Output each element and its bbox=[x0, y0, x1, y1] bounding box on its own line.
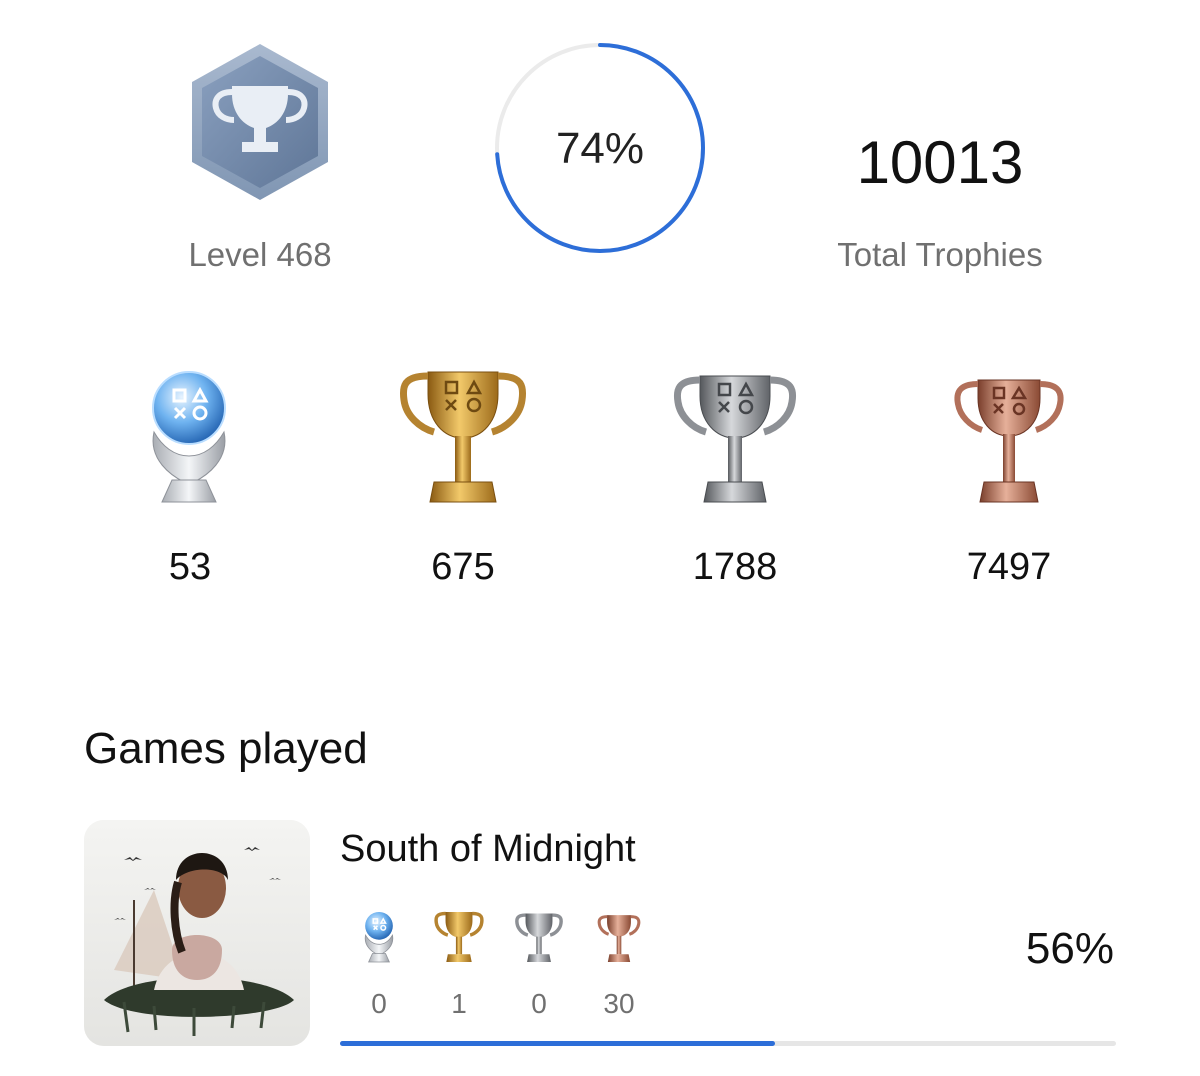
gold-trophy-icon bbox=[434, 905, 484, 969]
silver-trophy-icon bbox=[670, 362, 800, 512]
silver-count: 1788 bbox=[692, 546, 778, 588]
bronze-trophy-icon bbox=[944, 362, 1074, 512]
game-platinum-count: 0 bbox=[371, 988, 387, 1019]
level-label: Level 468 bbox=[188, 236, 332, 273]
game-gold-count: 1 bbox=[451, 988, 467, 1019]
game-title[interactable]: South of Midnight bbox=[340, 828, 636, 871]
game-progress-bar bbox=[340, 1041, 1116, 1046]
platinum-trophy-icon bbox=[354, 905, 404, 969]
game-cover-art[interactable] bbox=[84, 820, 310, 1046]
games-played-heading: Games played bbox=[84, 724, 368, 773]
total-trophies-count: 10013 bbox=[856, 129, 1024, 196]
level-badge-icon bbox=[188, 42, 332, 202]
game-progress-percent: 56% bbox=[1025, 924, 1114, 973]
gold-count: 675 bbox=[431, 546, 495, 588]
bronze-trophy-icon bbox=[594, 905, 644, 969]
game-bronze-count: 30 bbox=[603, 988, 635, 1019]
game-silver-count: 0 bbox=[531, 988, 547, 1019]
gold-trophy-icon bbox=[398, 362, 528, 512]
bronze-count: 7497 bbox=[966, 546, 1052, 588]
game-progress-fill bbox=[340, 1041, 775, 1046]
platinum-count: 53 bbox=[168, 546, 212, 588]
total-trophies-label: Total Trophies bbox=[837, 236, 1043, 273]
progress-percent: 74% bbox=[555, 124, 645, 173]
silver-trophy-icon bbox=[514, 905, 564, 969]
platinum-trophy-icon bbox=[124, 362, 254, 512]
